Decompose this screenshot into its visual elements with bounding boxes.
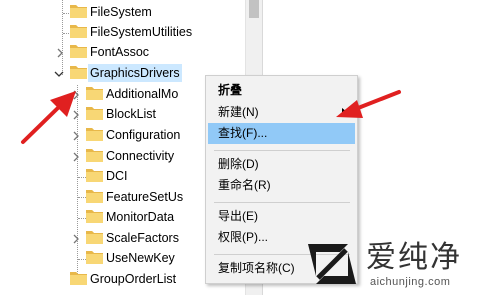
watermark-title: 爱纯净 — [366, 240, 462, 275]
menu-item-export[interactable]: 导出(E) — [208, 206, 355, 227]
folder-icon — [70, 270, 87, 285]
folder-icon — [86, 105, 103, 120]
chevron-right-icon[interactable] — [71, 234, 81, 244]
folder-icon — [70, 43, 87, 58]
tree-item-label: AdditionalMo — [106, 87, 179, 101]
menu-item-label: 复制项名称(C) — [218, 261, 295, 275]
folder-icon — [86, 188, 103, 203]
menu-item-label: 导出(E) — [218, 209, 258, 223]
tree-item-label: FontAssoc — [90, 45, 150, 59]
folder-icon — [86, 126, 103, 141]
tree-item-label: GroupOrderList — [90, 272, 177, 286]
tree-item-label: MonitorData — [106, 210, 175, 224]
tree-item-label: FileSystem — [90, 5, 152, 19]
menu-separator — [214, 202, 350, 203]
red-arrow-icon — [336, 90, 401, 118]
tree-item-label: DCI — [106, 169, 128, 183]
folder-icon — [70, 23, 87, 38]
chevron-right-icon[interactable] — [55, 48, 65, 58]
tree-item-label: FileSystemUtilities — [90, 25, 193, 39]
menu-item-label: 新建(N) — [218, 105, 259, 119]
menu-separator — [214, 150, 350, 151]
scrollbar-thumb[interactable] — [249, 0, 259, 18]
menu-item-rename[interactable]: 重命名(R) — [208, 175, 355, 196]
tree-item-label: BlockList — [106, 107, 157, 121]
tree-item-label: Connectivity — [106, 149, 175, 163]
menu-item-find[interactable]: 查找(F)... — [208, 123, 355, 144]
tree-item-label: ScaleFactors — [106, 231, 179, 245]
menu-item-delete[interactable]: 删除(D) — [208, 154, 355, 175]
watermark-url: aichunjing.com — [370, 276, 451, 288]
aichunjing-logo-icon — [308, 244, 356, 284]
folder-icon — [86, 208, 103, 223]
menu-item-label: 权限(P)... — [218, 230, 268, 244]
folder-icon — [70, 3, 87, 18]
tree-item-label: UseNewKey — [106, 251, 175, 265]
menu-item-label: 重命名(R) — [218, 178, 271, 192]
menu-item-label: 删除(D) — [218, 157, 259, 171]
tree-item-filesystem[interactable]: FileSystem — [0, 3, 245, 23]
chevron-right-icon[interactable] — [71, 152, 81, 162]
tree-item-filesystemutilities[interactable]: FileSystemUtilities — [0, 23, 245, 43]
tree-item-fontassoc[interactable]: FontAssoc — [0, 43, 245, 63]
folder-icon — [86, 167, 103, 182]
red-arrow-icon — [21, 91, 76, 144]
tree-item-label: Configuration — [106, 128, 181, 142]
folder-icon — [70, 64, 87, 79]
folder-icon — [86, 249, 103, 264]
tree-item-label: GraphicsDrivers — [88, 64, 182, 82]
tree-item-label: FeatureSetUs — [106, 190, 184, 204]
folder-icon — [86, 147, 103, 162]
folder-icon — [86, 85, 103, 100]
chevron-down-icon[interactable] — [54, 69, 64, 79]
folder-icon — [86, 229, 103, 244]
menu-item-label: 查找(F)... — [218, 126, 268, 140]
menu-item-label: 折叠 — [218, 83, 243, 97]
watermark: 爱纯净 aichunjing.com — [300, 232, 500, 295]
